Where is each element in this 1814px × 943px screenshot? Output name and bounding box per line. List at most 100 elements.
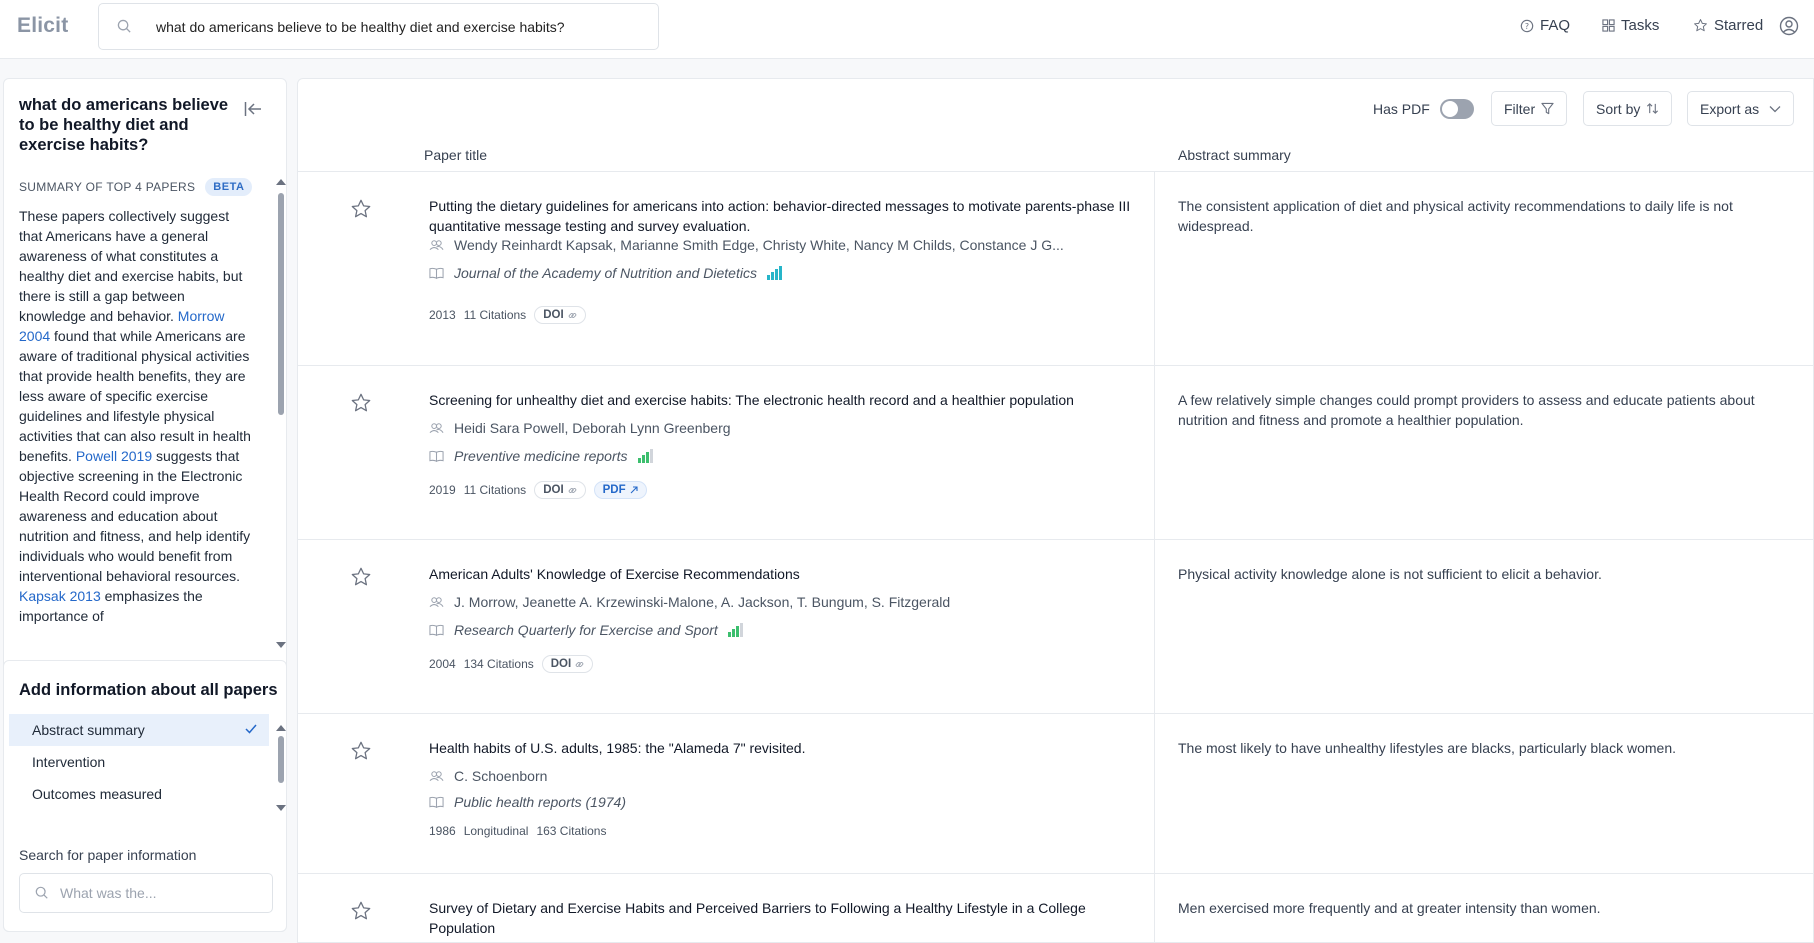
account-avatar-icon[interactable] [1779,16,1799,36]
nav-starred[interactable]: Starred [1693,17,1763,34]
paper-title[interactable]: Screening for unhealthy diet and exercis… [429,390,1139,410]
paper-row[interactable]: Screening for unhealthy diet and exercis… [298,366,1813,540]
authors-text: C. Schoenborn [454,768,548,784]
scroll-thumb[interactable] [278,736,284,783]
scroll-down-icon[interactable] [276,805,286,811]
star-icon[interactable] [350,740,372,762]
paper-stats: 1986 Longitudinal 163 Citations [429,824,606,838]
paper-title[interactable]: American Adults' Knowledge of Exercise R… [429,564,1139,584]
journal-quality-icon [727,623,743,637]
column-option-abstract-summary[interactable]: Abstract summary [9,714,269,746]
paper-title[interactable]: Putting the dietary guidelines for ameri… [429,196,1139,236]
table-header: Paper title Abstract summary [298,136,1813,172]
star-icon[interactable] [350,392,372,414]
scroll-thumb[interactable] [278,193,284,415]
search-info-label: Search for paper information [19,847,197,863]
scroll-up-icon[interactable] [276,179,286,185]
column-header-title[interactable]: Paper title [424,147,487,163]
book-icon [429,450,444,462]
book-icon [429,796,444,808]
journal-name: Journal of the Academy of Nutrition and … [454,265,757,281]
pdf-button[interactable]: PDF [593,481,647,499]
journal-quality-icon [637,449,653,463]
nav-starred-label: Starred [1714,17,1764,34]
journal-name: Public health reports (1974) [454,794,626,810]
paper-authors: Wendy Reinhardt Kapsak, Marianne Smith E… [429,237,1064,253]
paper-year: 2019 [429,483,456,497]
columns-scrollbar[interactable] [276,725,286,815]
paper-authors: J. Morrow, Jeanette A. Krzewinski-Malone… [429,594,950,610]
nav-faq-label: FAQ [1540,17,1571,34]
external-link-icon [630,486,638,494]
filter-button[interactable]: Filter [1491,91,1568,126]
paper-info-search-input[interactable] [60,883,260,903]
funnel-icon [1541,102,1554,115]
add-info-panel: Add information about all papers Abstrac… [3,660,287,932]
scroll-up-icon[interactable] [276,725,286,731]
top-bar: Elicit what do americans believe to be h… [0,0,1814,59]
authors-icon [429,770,444,782]
has-pdf-label: Has PDF [1373,101,1430,117]
paper-row[interactable]: Health habits of U.S. adults, 1985: the … [298,714,1813,874]
paper-citations: 11 Citations [463,483,527,497]
summary-scrollbar[interactable] [276,179,286,649]
export-button[interactable]: Export as [1687,91,1795,126]
pdf-label: PDF [602,484,626,496]
citation-link-powell[interactable]: Powell 2019 [76,448,152,464]
search-input[interactable]: what do americans believe to be healthy … [156,19,565,35]
star-icon[interactable] [350,900,372,922]
chevron-down-icon [1769,105,1781,113]
summary-heading: SUMMARY OF TOP 4 PAPERS BETA [19,178,253,196]
collapse-panel-icon[interactable] [244,101,262,117]
column-header-abstract[interactable]: Abstract summary [1178,147,1291,163]
paper-stats: 2013 11 Citations DOI [429,306,586,324]
nav-tasks[interactable]: Tasks [1602,17,1659,34]
doi-button[interactable]: DOI [534,306,586,324]
summary-heading-text: SUMMARY OF TOP 4 PAPERS [19,180,196,194]
paper-stats: 2004 134 Citations DOI [429,655,594,673]
paper-title[interactable]: Survey of Dietary and Exercise Habits an… [429,898,1139,938]
doi-button[interactable]: DOI [541,655,594,673]
column-option-intervention[interactable]: Intervention [9,746,269,778]
paper-citations: 163 Citations [536,824,607,838]
summary-part-3: suggests that objective screening in the… [19,448,251,584]
paper-citations: 134 Citations [463,657,534,671]
abstract-summary: The most likely to have unhealthy lifest… [1178,740,1676,756]
link-icon [575,660,584,669]
search-bar[interactable]: what do americans believe to be healthy … [98,3,659,50]
star-icon[interactable] [350,198,372,220]
add-info-title: Add information about all papers [19,681,278,699]
paper-info-search[interactable] [19,873,273,913]
paper-row[interactable]: Putting the dietary guidelines for ameri… [298,172,1813,366]
authors-icon [429,422,444,434]
abstract-summary: Men exercised more frequently and at gre… [1178,900,1601,916]
authors-icon [429,596,444,608]
star-icon[interactable] [350,566,372,588]
check-icon [245,724,257,734]
paper-row[interactable]: American Adults' Knowledge of Exercise R… [298,540,1813,714]
sort-button[interactable]: Sort by [1583,91,1673,126]
citation-link-kapsak[interactable]: Kapsak 2013 [19,588,101,604]
journal-name: Preventive medicine reports [454,448,628,464]
export-label: Export as [1700,100,1760,117]
link-icon [568,486,577,495]
search-icon [117,19,132,34]
beta-badge: BETA [205,178,253,196]
results-panel: Has PDF Filter Sort by Export as Paper t… [297,78,1814,943]
book-icon [429,267,444,279]
paper-year: 2004 [429,657,456,671]
elicit-logo[interactable]: Elicit [17,14,68,38]
doi-button[interactable]: DOI [534,481,586,499]
grid-icon [1602,19,1615,32]
filter-label: Filter [1504,100,1536,117]
link-icon [568,311,577,320]
has-pdf-toggle[interactable] [1439,99,1474,119]
doi-label: DOI [543,484,564,496]
abstract-summary: A few relatively simple changes could pr… [1178,392,1755,428]
has-pdf-filter[interactable]: Has PDF [1373,99,1474,119]
paper-row[interactable]: Survey of Dietary and Exercise Habits an… [298,874,1813,942]
nav-faq[interactable]: ? FAQ [1520,17,1570,34]
scroll-down-icon[interactable] [276,642,286,648]
column-option-outcomes-measured[interactable]: Outcomes measured [9,778,269,810]
paper-title[interactable]: Health habits of U.S. adults, 1985: the … [429,738,1139,758]
